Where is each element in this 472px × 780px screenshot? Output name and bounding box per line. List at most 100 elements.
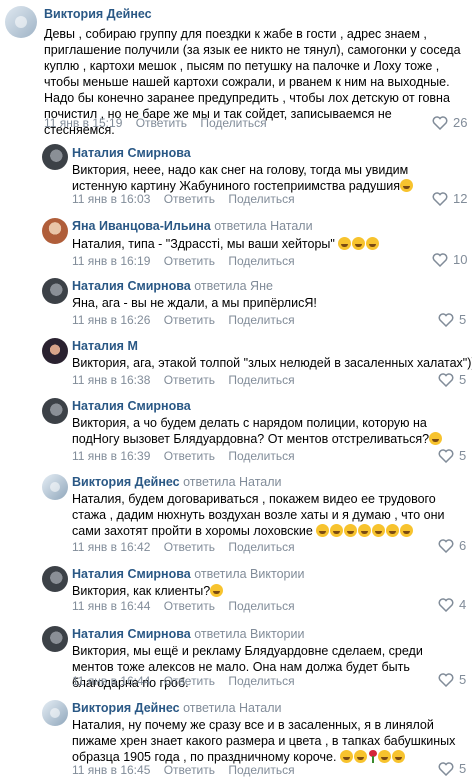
laughing-emoji-icon: [377, 750, 391, 763]
replied-to-label[interactable]: ответила Виктории: [194, 627, 304, 641]
comment-date[interactable]: 11 янв в 16:44: [72, 674, 150, 688]
like-button[interactable]: 6: [438, 538, 466, 553]
reply-button[interactable]: Ответить: [164, 313, 215, 327]
avatar[interactable]: [42, 398, 68, 424]
heart-outline-icon: [438, 761, 454, 776]
like-button[interactable]: 5: [438, 672, 466, 687]
laughing-emoji-icon: [339, 750, 353, 763]
author-link[interactable]: Наталия Смирнова: [72, 567, 191, 581]
replied-to-label[interactable]: ответила Яне: [194, 279, 273, 293]
comment-meta: 11 янв в 16:44 Ответить Поделиться: [72, 599, 305, 613]
comment-header: Наталия М: [72, 339, 138, 353]
comment-date[interactable]: 11 янв в 16:03: [72, 192, 150, 206]
avatar[interactable]: [42, 278, 68, 304]
laughing-emoji-icon: [210, 584, 224, 597]
replied-to-label[interactable]: ответила Виктории: [194, 567, 304, 581]
heart-outline-icon: [438, 538, 454, 553]
comment: Виктория Дейнес Девы , собираю группу дл…: [0, 0, 472, 140]
like-button[interactable]: 5: [438, 312, 466, 327]
laughing-emoji-icon: [400, 179, 414, 192]
comment-date[interactable]: 11 янв в 16:42: [72, 540, 150, 554]
share-button[interactable]: Поделиться: [228, 449, 294, 463]
share-button[interactable]: Поделиться: [200, 116, 266, 130]
comment-date[interactable]: 11 янв в 16:39: [72, 449, 150, 463]
replied-to-label[interactable]: ответила Натали: [214, 219, 312, 233]
laughing-emoji-icon: [366, 237, 380, 250]
avatar[interactable]: [42, 144, 68, 170]
avatar[interactable]: [42, 566, 68, 592]
comment-meta: 11 янв в 16:45 Ответить Поделиться: [72, 763, 305, 777]
avatar[interactable]: [42, 700, 68, 726]
reply-button[interactable]: Ответить: [164, 599, 215, 613]
reply-button[interactable]: Ответить: [164, 540, 215, 554]
heart-outline-icon: [432, 252, 448, 267]
share-button[interactable]: Поделиться: [228, 763, 294, 777]
share-button[interactable]: Поделиться: [228, 254, 294, 268]
comment-text: Виктория, а чо будем делать с нарядом по…: [72, 415, 457, 447]
like-count: 5: [459, 312, 467, 327]
comment-date[interactable]: 11 янв в 15:19: [44, 116, 122, 130]
comment-header: Наталия Смирнова ответила Виктории: [72, 567, 304, 581]
comment-date[interactable]: 11 янв в 16:44: [72, 599, 150, 613]
rose-emoji-icon: [368, 750, 378, 763]
share-button[interactable]: Поделиться: [228, 192, 294, 206]
like-button[interactable]: 12: [432, 191, 467, 206]
share-button[interactable]: Поделиться: [228, 540, 294, 554]
comment-text: Наталия, будем договариваться , покажем …: [72, 492, 445, 538]
avatar[interactable]: [5, 6, 37, 38]
reply-button[interactable]: Ответить: [164, 449, 215, 463]
comment-header: Наталия Смирнова: [72, 146, 191, 160]
replied-to-label[interactable]: ответила Натали: [183, 701, 281, 715]
reply-button[interactable]: Ответить: [164, 192, 215, 206]
avatar[interactable]: [42, 474, 68, 500]
share-button[interactable]: Поделиться: [228, 373, 294, 387]
comment-date[interactable]: 11 янв в 16:19: [72, 254, 150, 268]
comment-date[interactable]: 11 янв в 16:38: [72, 373, 150, 387]
reply-button[interactable]: Ответить: [136, 116, 187, 130]
like-button[interactable]: 5: [438, 372, 466, 387]
reply-comment: Виктория Дейнес ответила Натали Наталия,…: [0, 696, 472, 780]
avatar[interactable]: [42, 338, 68, 364]
like-button[interactable]: 26: [432, 115, 467, 130]
heart-outline-icon: [438, 672, 454, 687]
comment-date[interactable]: 11 янв в 16:45: [72, 763, 150, 777]
laughing-emoji-icon: [386, 524, 400, 537]
author-link[interactable]: Наталия Смирнова: [72, 146, 191, 160]
author-link[interactable]: Яна Иванцова-Ильина: [72, 219, 211, 233]
reply-button[interactable]: Ответить: [164, 254, 215, 268]
like-count: 26: [453, 115, 468, 130]
author-link[interactable]: Наталия Смирнова: [72, 399, 191, 413]
reply-comment: Яна Иванцова-Ильина ответила Натали Ната…: [0, 214, 472, 274]
reply-button[interactable]: Ответить: [164, 373, 215, 387]
heart-outline-icon: [432, 115, 448, 130]
like-button[interactable]: 5: [438, 448, 466, 463]
reply-button[interactable]: Ответить: [164, 763, 215, 777]
share-button[interactable]: Поделиться: [228, 674, 294, 688]
reply-button[interactable]: Ответить: [164, 674, 215, 688]
comment-date[interactable]: 11 янв в 16:26: [72, 313, 150, 327]
laughing-emoji-icon: [330, 524, 344, 537]
author-link[interactable]: Виктория Дейнес: [72, 701, 180, 715]
author-link[interactable]: Виктория Дейнес: [72, 475, 180, 489]
comment-meta: 11 янв в 16:39 Ответить Поделиться: [72, 449, 305, 463]
laughing-emoji-icon: [352, 237, 366, 250]
like-button[interactable]: 4: [438, 597, 466, 612]
avatar[interactable]: [42, 218, 68, 244]
share-button[interactable]: Поделиться: [228, 599, 294, 613]
like-button[interactable]: 5: [438, 761, 466, 776]
author-link[interactable]: Виктория Дейнес: [44, 7, 152, 21]
comment-text: Яна, ага - вы не ждали, а мы припёрлисЯ!: [72, 296, 317, 310]
reply-comment: Наталия Смирнова Виктория, неее, надо ка…: [0, 140, 472, 208]
replied-to-label[interactable]: ответила Натали: [183, 475, 281, 489]
like-count: 5: [459, 448, 467, 463]
author-link[interactable]: Наталия Смирнова: [72, 279, 191, 293]
author-link[interactable]: Наталия М: [72, 339, 138, 353]
author-link[interactable]: Наталия Смирнова: [72, 627, 191, 641]
avatar[interactable]: [42, 626, 68, 652]
comment-header: Наталия Смирнова ответила Яне: [72, 279, 273, 293]
like-button[interactable]: 10: [432, 252, 467, 267]
laughing-emoji-icon: [338, 237, 352, 250]
comment-text: Виктория, как клиенты?: [72, 583, 452, 599]
comment-header: Наталия Смирнова ответила Виктории: [72, 627, 304, 641]
share-button[interactable]: Поделиться: [228, 313, 294, 327]
